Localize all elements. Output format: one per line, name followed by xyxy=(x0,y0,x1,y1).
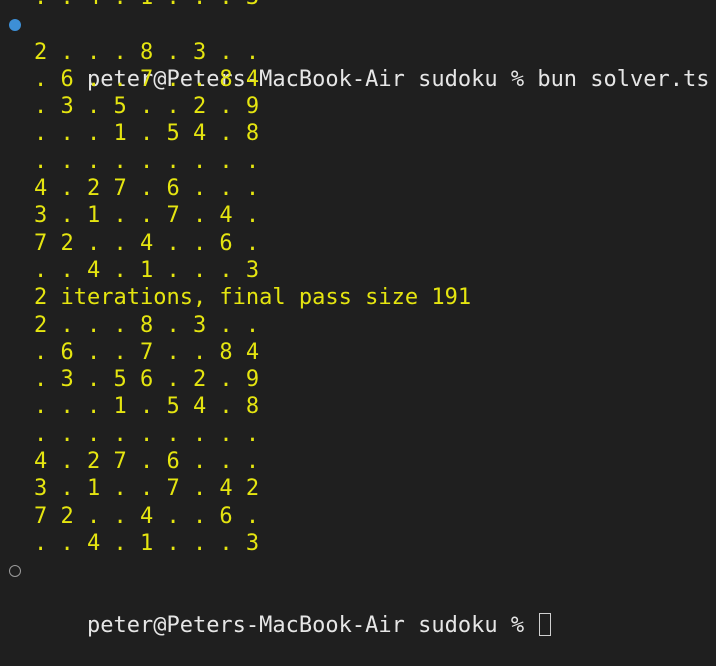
output-line: . . 4 . 1 . . . 3 xyxy=(0,0,716,11)
command-line: peter@Peters-MacBook-Air sudoku % bun so… xyxy=(0,11,716,92)
grid2-row: . 3 . 5 6 . 2 . 9 xyxy=(34,367,260,393)
grid1-row: . 3 . 5 . . 2 . 9 xyxy=(34,94,260,120)
prompt-line[interactable]: peter@Peters-MacBook-Air sudoku % xyxy=(0,557,716,638)
grid1-row: . . 4 . 1 . . . 3 xyxy=(34,257,260,283)
grid1-row: 2 . . . 8 . 3 . . xyxy=(34,39,260,65)
grid2-row: . . 4 . 1 . . . 3 xyxy=(34,530,260,556)
terminal-window[interactable]: . . 4 . 1 . . . 3 peter@Peters-MacBook-A… xyxy=(0,0,716,638)
grid1-row: . 6 . . 7 . . 8 4 xyxy=(34,66,260,92)
grid2-row: 2 . . . 8 . 3 . . xyxy=(34,312,260,338)
grid2-row: 3 . 1 . . 7 . 4 2 xyxy=(34,476,260,502)
grid2-row: . . . 1 . 5 4 . 8 xyxy=(34,394,260,420)
final-prompt-text: peter@Peters-MacBook-Air sudoku % xyxy=(86,612,538,638)
grid1-row: 7 2 . . 4 . . 6 . xyxy=(34,230,260,256)
command-success-dot-icon[interactable] xyxy=(9,19,21,32)
grid2-row: . . . . . . . . . xyxy=(34,421,260,447)
pending-command-circle-icon[interactable] xyxy=(9,565,21,578)
grid2-row: 4 . 2 7 . 6 . . . xyxy=(34,449,260,475)
grid1-row: 4 . 2 7 . 6 . . . xyxy=(34,176,260,202)
terminal-cursor[interactable] xyxy=(539,612,552,636)
grid1-row: 3 . 1 . . 7 . 4 . xyxy=(34,203,260,229)
grid1-row: . . . . . . . . . xyxy=(34,148,260,174)
grid1-row: . . . 1 . 5 4 . 8 xyxy=(34,121,260,147)
grid2-row: . 6 . . 7 . . 8 4 xyxy=(34,339,260,365)
grid2-row: 7 2 . . 4 . . 6 . xyxy=(34,503,260,529)
summary-line: 2 iterations, final pass size 191 xyxy=(34,285,472,311)
